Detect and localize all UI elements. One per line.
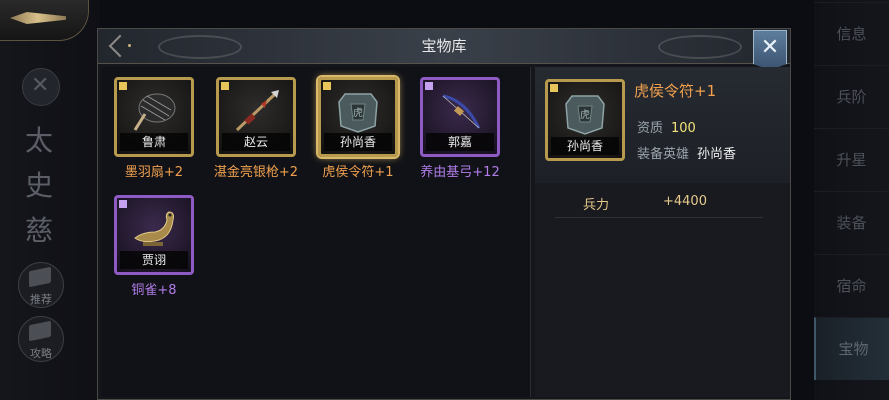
tab-fate[interactable]: 宿命 <box>814 254 889 317</box>
recommend-label: 推荐 <box>30 293 52 306</box>
bow-icon <box>442 94 481 129</box>
back-wing-button[interactable] <box>0 0 89 41</box>
guide-button[interactable]: 攻略 <box>18 316 64 362</box>
tab-treasure[interactable]: 宝物 <box>814 317 889 380</box>
hero-faction-emblem: ✕ <box>22 68 60 106</box>
quality-tag <box>550 84 558 92</box>
book-icon <box>29 266 51 288</box>
close-x-icon: ✕ <box>760 35 780 60</box>
equip-hero-row: 装备英雄 孙尚香 <box>637 143 736 162</box>
tab-star-up[interactable]: 升星 <box>814 128 889 191</box>
treasure-name: 湛金亮银枪+2 <box>213 165 299 180</box>
equip-hero-label: 装备英雄 <box>637 147 690 162</box>
detail-hero-nameplate: 孙尚香 <box>551 137 619 155</box>
treasure-name: 墨羽扇+2 <box>124 165 184 180</box>
svg-text:虎: 虎 <box>580 109 590 121</box>
guide-label: 攻略 <box>30 347 52 360</box>
detail-treasure-frame: 虎 孙尚香 <box>545 79 625 161</box>
treasure-slot[interactable]: 赵云 湛金亮银枪+2 <box>210 77 302 180</box>
tab-equipment[interactable]: 装备 <box>814 191 889 254</box>
right-nav: 信息 兵阶 升星 装备 宿命 宝物 <box>814 0 889 400</box>
treasure-frame-gold[interactable]: 虎 孙尚香 <box>318 77 398 157</box>
treasure-slot[interactable]: 郭嘉 养由基弓+12 <box>414 77 506 180</box>
treasure-slot-selected[interactable]: 虎 孙尚香 虎侯令符+1 <box>312 77 404 180</box>
tab-rank[interactable]: 兵阶 <box>814 65 889 128</box>
hero-nameplate: 赵云 <box>222 133 290 151</box>
treasure-name: 养由基弓+12 <box>420 165 500 180</box>
quality-tag <box>119 82 127 90</box>
treasure-name: 铜雀+8 <box>131 283 177 298</box>
quality-row: 资质 100 <box>637 117 696 136</box>
treasure-slot[interactable]: 鲁肃 墨羽扇+2 <box>108 77 200 180</box>
treasure-frame-purple[interactable]: 贾诩 <box>114 195 194 275</box>
detail-treasure-name: 虎侯令符+1 <box>634 82 717 100</box>
equip-hero-value: 孙尚香 <box>697 147 737 162</box>
spear-icon <box>235 90 279 132</box>
hero-name: 太史慈 <box>24 124 53 247</box>
crossed-swords-icon: ✕ <box>31 73 50 98</box>
quality-tag <box>119 200 127 208</box>
left-sidebar: ✕ 太史慈 推荐 攻略 <box>0 0 100 400</box>
stat-row: 兵力 +4400 <box>555 191 763 218</box>
recommend-button[interactable]: 推荐 <box>18 262 64 308</box>
hero-nameplate: 贾诩 <box>120 251 188 269</box>
tab-info[interactable]: 信息 <box>814 2 889 65</box>
quality-tag <box>425 82 433 90</box>
quality-label: 资质 <box>637 121 664 136</box>
hero-nameplate: 郭嘉 <box>426 133 494 151</box>
quality-tag <box>221 82 229 90</box>
hero-nameplate: 鲁肃 <box>120 133 188 151</box>
panel-title: 宝物库 <box>421 37 467 55</box>
hero-nameplate: 孙尚香 <box>324 133 392 151</box>
wing-icon <box>10 12 66 24</box>
tiger-tally-icon: 虎 <box>338 93 378 133</box>
treasure-name: 虎侯令符+1 <box>322 165 394 180</box>
treasure-frame-gold[interactable]: 赵云 <box>216 77 296 157</box>
feather-fan-icon <box>133 93 176 131</box>
treasure-grid: 鲁肃 墨羽扇+2 赵云 湛金亮银枪+2 虎 孙尚香 虎侯令符+1 郭嘉 养由基弓… <box>102 67 531 397</box>
quality-tag <box>323 82 331 90</box>
tiger-tally-icon: 虎 <box>565 95 605 135</box>
bronze-bird-icon <box>134 211 174 246</box>
svg-text:虎: 虎 <box>353 107 363 119</box>
quality-value: 100 <box>671 121 696 136</box>
panel-header: 宝物库 <box>98 29 790 64</box>
guide-book-icon <box>29 320 51 342</box>
treasure-detail: 虎 孙尚香 虎侯令符+1 资质 100 装备英雄 孙尚香 兵力 +4400 <box>535 67 790 397</box>
treasure-frame-purple[interactable]: 郭嘉 <box>420 77 500 157</box>
treasure-slot[interactable]: 贾诩 铜雀+8 <box>108 195 200 298</box>
detail-header: 虎 孙尚香 虎侯令符+1 资质 100 装备英雄 孙尚香 <box>535 67 790 183</box>
close-button[interactable]: ✕ <box>753 30 787 70</box>
stat-value: +4400 <box>663 194 707 209</box>
treasure-library-panel: 宝物库 ✕ 鲁肃 墨羽扇+2 赵云 湛金亮银枪+2 虎 孙尚香 虎侯令符+1 郭… <box>97 28 791 400</box>
stat-label: 兵力 <box>583 198 610 213</box>
treasure-frame-gold[interactable]: 鲁肃 <box>114 77 194 157</box>
